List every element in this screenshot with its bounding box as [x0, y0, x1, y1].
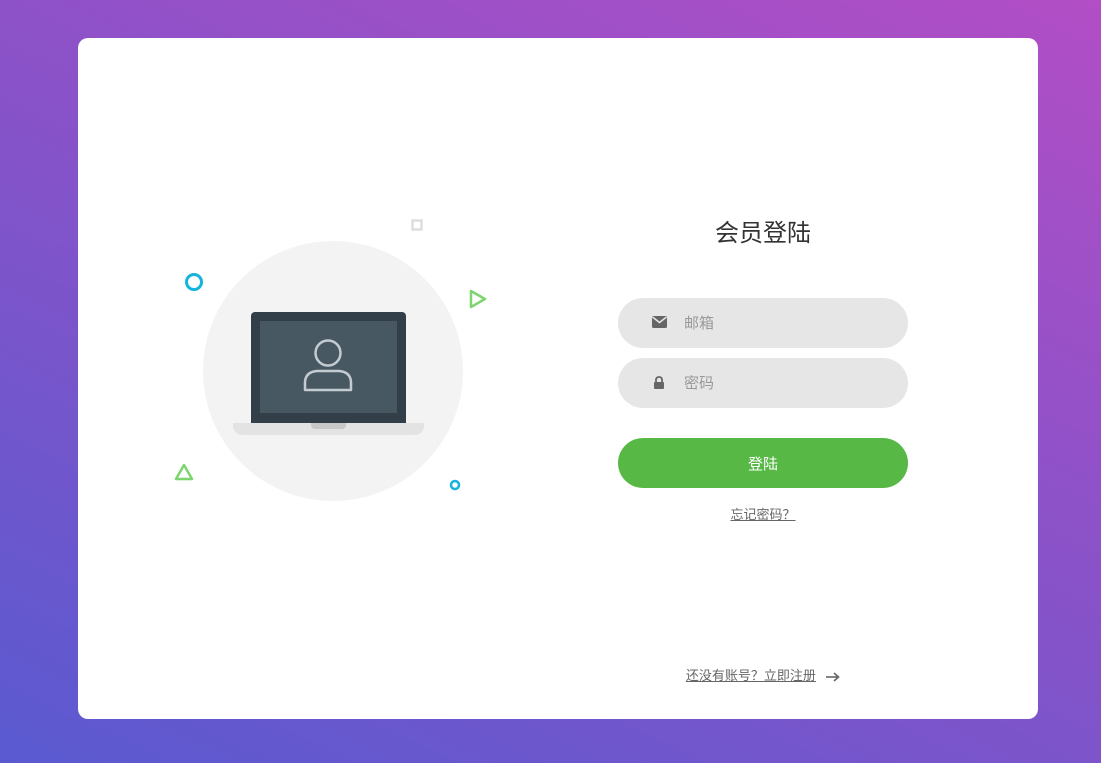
laptop-base — [233, 423, 424, 435]
circle-icon — [449, 479, 461, 491]
forgot-password-link[interactable]: 忘记密码？ — [730, 508, 795, 523]
login-card: 会员登陆 登陆 忘记密码？ 还没有账号？立即注册 — [78, 38, 1038, 719]
user-icon — [303, 339, 353, 392]
register-link[interactable]: 还没有账号？立即注册 — [686, 669, 816, 684]
envelope-icon — [652, 316, 667, 328]
email-field[interactable] — [684, 298, 884, 348]
laptop-display — [260, 321, 397, 413]
login-form: 会员登陆 登陆 忘记密码？ 还没有账号？立即注册 — [618, 38, 908, 719]
email-field-wrapper — [618, 298, 908, 348]
laptop-notch — [311, 423, 346, 429]
square-icon — [411, 219, 423, 231]
laptop-icon — [251, 312, 406, 423]
login-button[interactable]: 登陆 — [618, 438, 908, 488]
circle-icon — [185, 273, 203, 291]
password-field[interactable] — [684, 358, 884, 408]
triangle-icon — [469, 289, 487, 309]
arrow-right-icon[interactable] — [826, 671, 840, 682]
forgot-password: 忘记密码？ — [618, 504, 908, 523]
password-field-wrapper — [618, 358, 908, 408]
register-prompt: 还没有账号？立即注册 — [618, 665, 908, 684]
illustration — [78, 38, 558, 719]
page-title: 会员登陆 — [715, 219, 811, 247]
triangle-icon — [174, 463, 194, 481]
lock-icon — [654, 376, 664, 389]
